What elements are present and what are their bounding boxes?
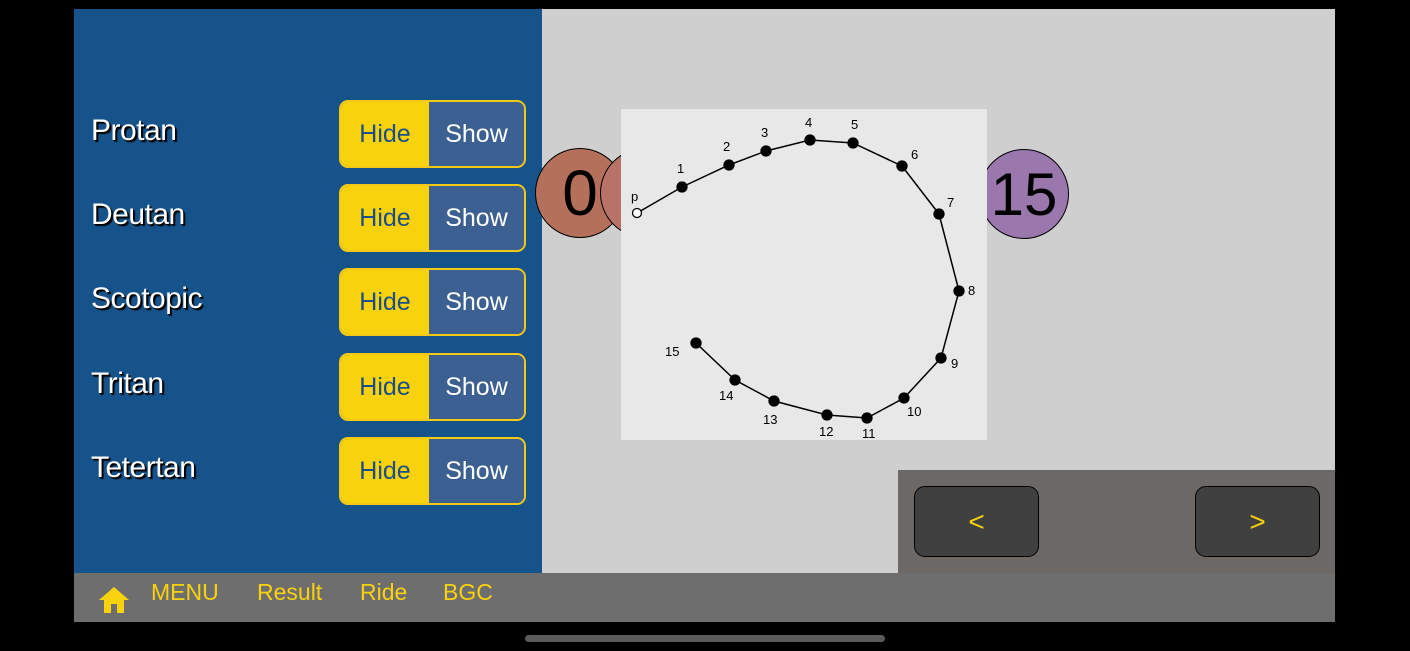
cap-point-4 — [804, 134, 816, 146]
navigation-panel: < > — [898, 470, 1335, 573]
protan-toggle[interactable]: Hide Show — [339, 100, 526, 168]
tritan-show-option[interactable]: Show — [429, 355, 524, 419]
cap-point-15 — [690, 337, 702, 349]
cap-point-8 — [953, 285, 965, 297]
row-protan: Protan Hide Show — [74, 100, 542, 168]
cap-point-label: 12 — [819, 424, 833, 439]
cap-point-label: 14 — [719, 388, 733, 403]
cap-point-label: p — [631, 189, 638, 204]
next-button[interactable]: > — [1195, 486, 1320, 557]
cap-point-6 — [896, 160, 908, 172]
cap-order-plot: p 1 2 3 4 5 6 7 8 9 10 11 12 13 14 15 — [621, 109, 987, 440]
cap-point-label: 3 — [761, 125, 768, 140]
cap-point-label: 5 — [851, 117, 858, 132]
cap-point-label: 10 — [907, 404, 921, 419]
cap-point-label: 15 — [665, 344, 679, 359]
scotopic-toggle[interactable]: Hide Show — [339, 268, 526, 336]
app-screen: Protan Hide Show Deutan Hide Show Scotop… — [74, 9, 1335, 622]
home-indicator — [525, 635, 885, 642]
result-link[interactable]: Result — [257, 579, 322, 606]
cap-point-5 — [847, 137, 859, 149]
cap-point-10 — [898, 392, 910, 404]
home-icon[interactable] — [97, 583, 131, 615]
cap-point-1 — [676, 181, 688, 193]
cap-point-9 — [935, 352, 947, 364]
cap-point-label: 2 — [723, 139, 730, 154]
row-scotopic: Scotopic Hide Show — [74, 268, 542, 336]
tetertan-hide-option[interactable]: Hide — [341, 439, 429, 503]
cap-point-label: 11 — [862, 426, 876, 440]
cap-point-14 — [729, 374, 741, 386]
cap-point-label: 8 — [968, 283, 975, 298]
cap-sequence-line — [636, 139, 960, 419]
menu-link[interactable]: MENU — [151, 579, 219, 606]
cap-label: 15 — [990, 160, 1058, 228]
cap-order-diagram: p1234 56789101112131415 — [631, 115, 975, 440]
cap-point-label: 4 — [805, 115, 812, 130]
cap-point-13 — [768, 395, 780, 407]
bottom-menu-bar: MENU Result Ride BGC — [74, 573, 1335, 622]
deutan-toggle[interactable]: Hide Show — [339, 184, 526, 252]
row-label: Tetertan — [91, 451, 196, 484]
previous-button[interactable]: < — [914, 486, 1039, 557]
row-tetertan: Tetertan Hide Show — [74, 437, 542, 505]
scotopic-hide-option[interactable]: Hide — [341, 270, 429, 334]
cap-point-label: 13 — [763, 412, 777, 427]
protan-hide-option[interactable]: Hide — [341, 102, 429, 166]
row-label: Deutan — [91, 198, 185, 231]
row-label: Tritan — [91, 367, 164, 400]
cap-point-label: 9 — [951, 356, 958, 371]
deficiency-panel: Protan Hide Show Deutan Hide Show Scotop… — [74, 9, 542, 573]
scotopic-show-option[interactable]: Show — [429, 270, 524, 334]
ride-link[interactable]: Ride — [360, 579, 407, 606]
cap-point-label: 1 — [677, 161, 684, 176]
row-label: Protan — [91, 114, 177, 147]
row-tritan: Tritan Hide Show — [74, 353, 542, 421]
row-deutan: Deutan Hide Show — [74, 184, 542, 252]
cap-point-3 — [760, 145, 772, 157]
tetertan-show-option[interactable]: Show — [429, 439, 524, 503]
cap-point-11 — [861, 412, 873, 424]
cap-point-label: 6 — [911, 147, 918, 162]
color-cap-15[interactable]: 15 — [979, 149, 1069, 239]
cap-label: 0 — [562, 157, 598, 229]
deutan-show-option[interactable]: Show — [429, 186, 524, 250]
tritan-toggle[interactable]: Hide Show — [339, 353, 526, 421]
deutan-hide-option[interactable]: Hide — [341, 186, 429, 250]
cap-point-p — [631, 207, 643, 219]
bgc-link[interactable]: BGC — [443, 579, 493, 606]
cap-point-12 — [821, 409, 833, 421]
cap-point-2 — [723, 159, 735, 171]
protan-show-option[interactable]: Show — [429, 102, 524, 166]
row-label: Scotopic — [91, 282, 203, 315]
cap-point-7 — [933, 208, 945, 220]
tetertan-toggle[interactable]: Hide Show — [339, 437, 526, 505]
cap-point-label: 7 — [947, 195, 954, 210]
tritan-hide-option[interactable]: Hide — [341, 355, 429, 419]
